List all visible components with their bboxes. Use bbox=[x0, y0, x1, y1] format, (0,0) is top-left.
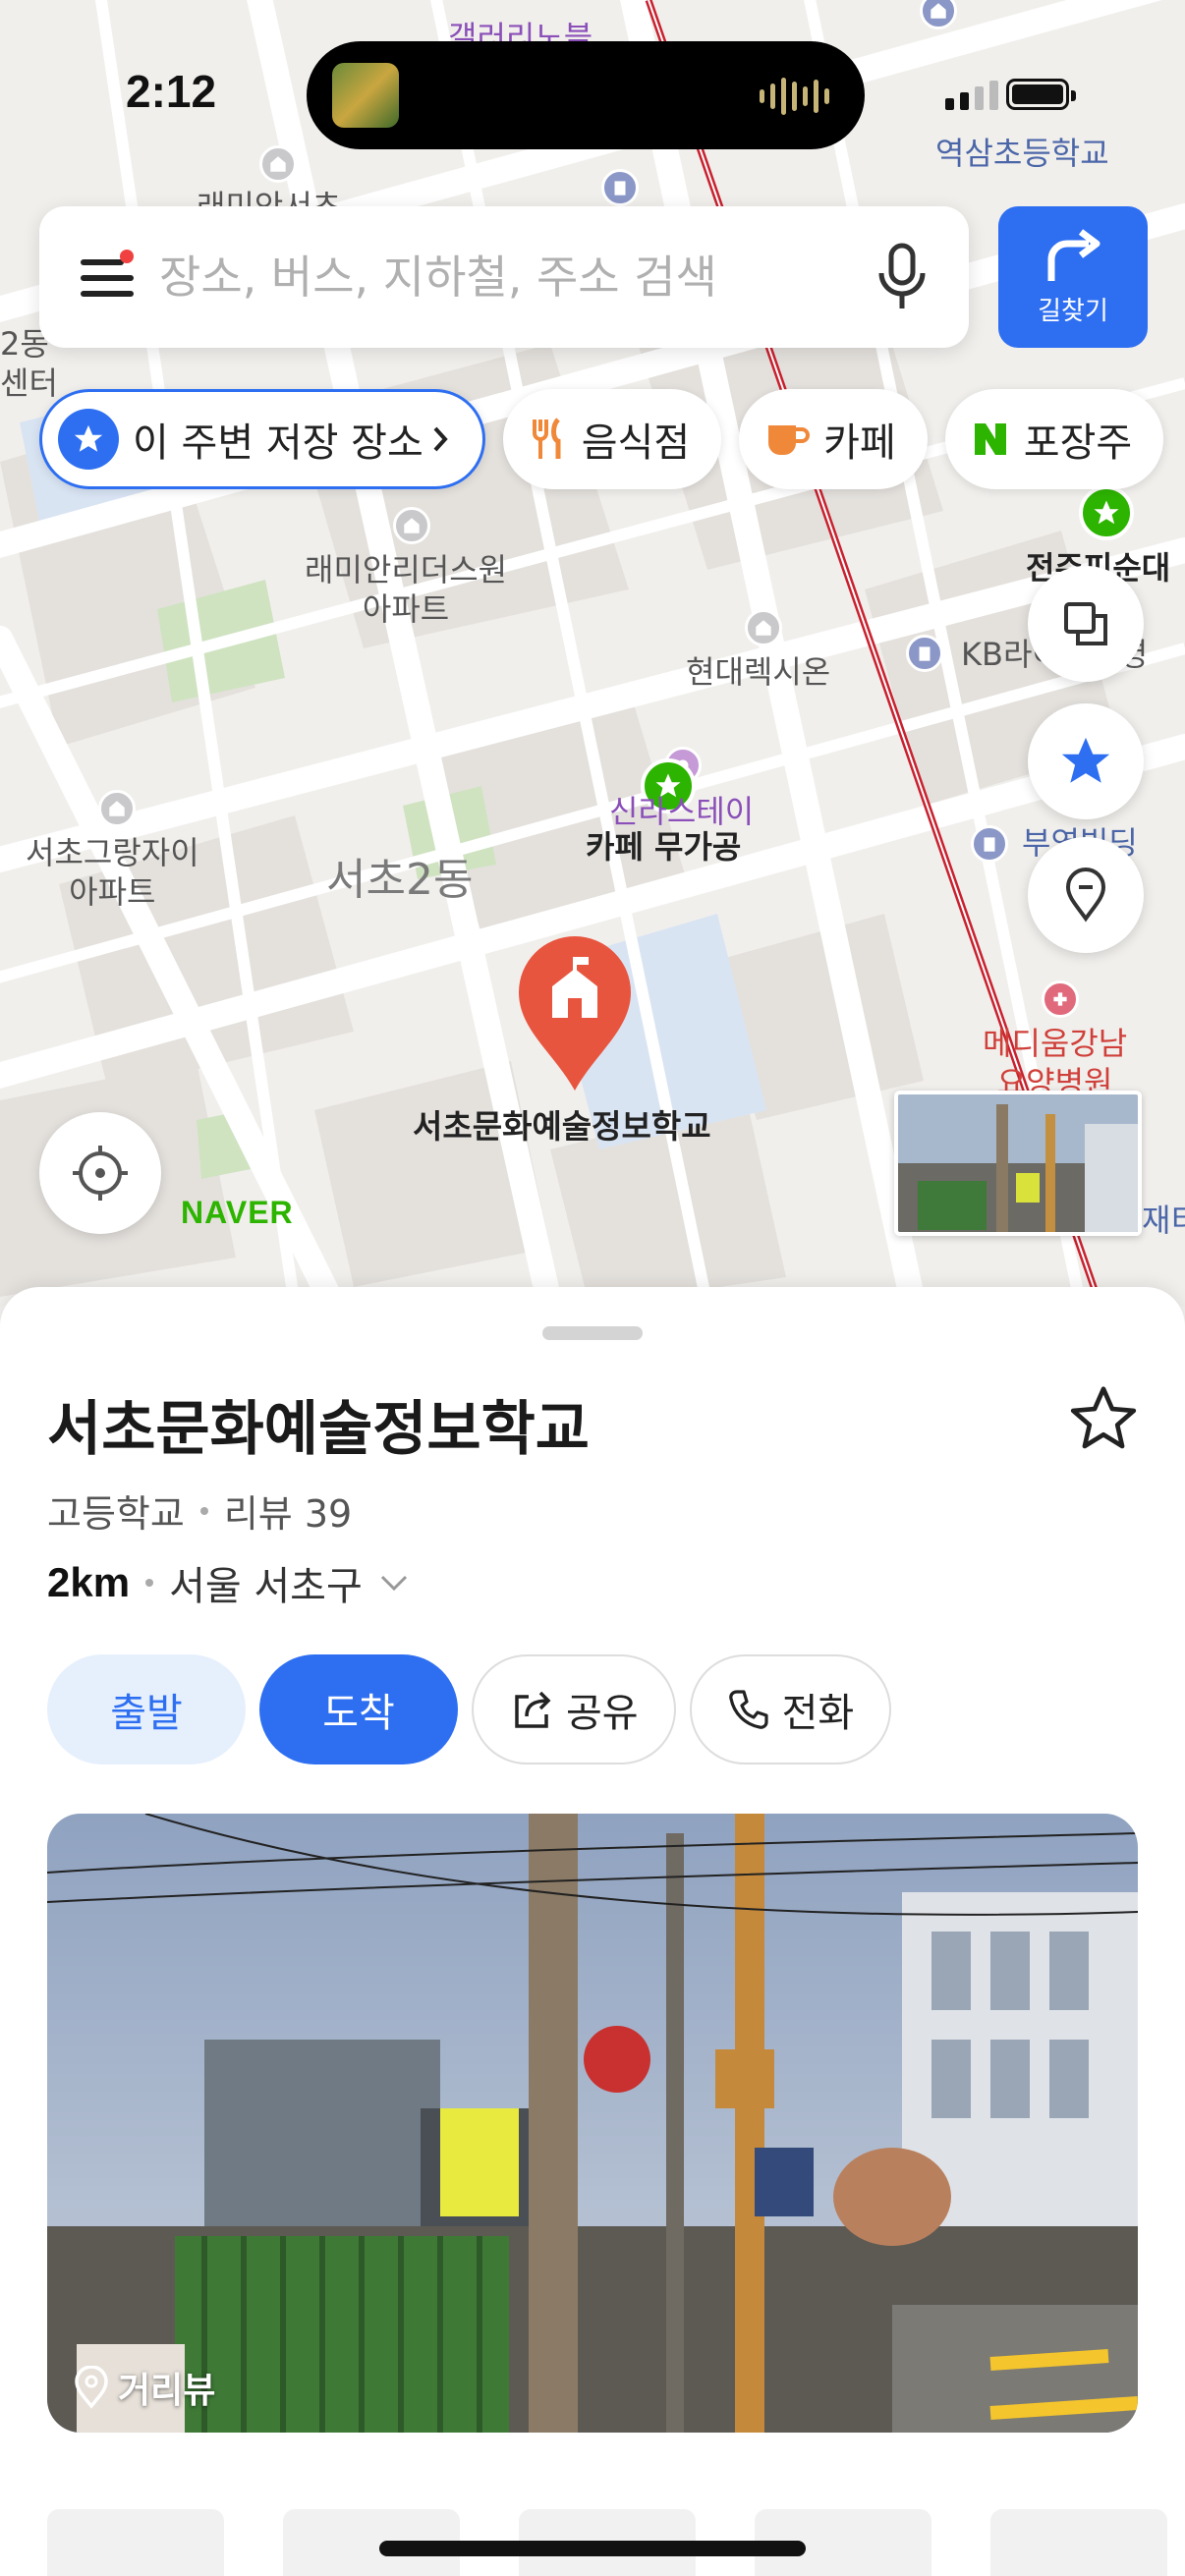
layers-icon bbox=[1064, 602, 1107, 645]
call-label: 전화 bbox=[781, 1691, 855, 1736]
dot-separator bbox=[199, 1506, 208, 1515]
street-view-photo[interactable]: 거리뷰 bbox=[47, 1814, 1138, 2433]
microphone-icon[interactable] bbox=[875, 242, 930, 312]
map-label: 래미안리더스원 아파트 bbox=[305, 551, 508, 628]
building-icon[interactable] bbox=[971, 825, 1008, 863]
apartment-icon[interactable] bbox=[259, 145, 297, 183]
place-location[interactable]: 2km 서울 서초구 bbox=[47, 1554, 412, 1611]
cafe-icon bbox=[764, 420, 811, 459]
apartment-icon[interactable] bbox=[98, 790, 136, 827]
chip-label: 이 주변 저장 장소 bbox=[133, 420, 423, 466]
star-icon bbox=[1061, 737, 1110, 783]
battery-icon bbox=[1006, 79, 1076, 110]
cellular-signal-icon bbox=[945, 81, 998, 110]
saved-places-button[interactable] bbox=[1028, 703, 1144, 819]
dynamic-island[interactable] bbox=[307, 41, 865, 149]
layers-button[interactable] bbox=[1028, 566, 1144, 682]
crosshair-icon bbox=[73, 1146, 128, 1201]
region: 서울 서초구 bbox=[169, 1564, 363, 1609]
apartment-icon[interactable] bbox=[745, 609, 782, 646]
place-title: 서초문화예술정보학교 bbox=[47, 1395, 590, 1464]
now-playing-artwork bbox=[332, 63, 399, 128]
notification-dot bbox=[120, 250, 134, 263]
place-meta: 고등학교 리뷰 39 bbox=[47, 1484, 352, 1538]
saved-place-star-icon[interactable] bbox=[1079, 485, 1134, 540]
directions-button[interactable]: 길찾기 bbox=[998, 206, 1148, 348]
category-chips: 이 주변 저장 장소 음식점 카페 포장주 bbox=[39, 389, 1164, 489]
start-button[interactable]: 출발 bbox=[47, 1654, 246, 1764]
map-label: 신라스테이 bbox=[609, 793, 755, 830]
photo-placeholder[interactable] bbox=[47, 2509, 224, 2576]
map-label: 서초그랑자이 아파트 bbox=[26, 834, 199, 911]
naver-n-icon bbox=[971, 420, 1010, 459]
chip-label: 카페 bbox=[823, 420, 896, 466]
search-input[interactable] bbox=[159, 246, 867, 308]
share-label: 공유 bbox=[566, 1691, 639, 1736]
star-icon bbox=[58, 409, 119, 470]
street-view-label[interactable]: 거리뷰 bbox=[73, 2362, 215, 2413]
status-time: 2:12 bbox=[126, 66, 217, 117]
my-location-button[interactable] bbox=[39, 1112, 161, 1234]
place-pin-button[interactable] bbox=[1028, 837, 1144, 953]
street-view-thumbnail[interactable] bbox=[894, 1091, 1142, 1236]
call-button[interactable]: 전화 bbox=[689, 1654, 892, 1764]
chevron-down-icon bbox=[380, 1575, 407, 1592]
naver-logo: NAVER bbox=[181, 1195, 294, 1230]
search-bar[interactable] bbox=[39, 206, 969, 348]
sheet-grabber[interactable] bbox=[542, 1326, 643, 1340]
location-pin-icon bbox=[1065, 868, 1106, 923]
home-indicator[interactable] bbox=[379, 2541, 806, 2556]
restaurant-icon bbox=[529, 418, 568, 461]
chip-takeout[interactable]: 포장주 bbox=[944, 389, 1164, 489]
save-favorite-button[interactable] bbox=[1067, 1381, 1140, 1454]
building-icon[interactable] bbox=[906, 635, 943, 672]
action-buttons: 출발 도착 공유 전화 bbox=[47, 1654, 892, 1764]
map-label: 재티 bbox=[1142, 1202, 1185, 1239]
phone-icon bbox=[728, 1690, 768, 1729]
selected-place-label: 서초문화예술정보학교 bbox=[413, 1107, 711, 1146]
arrive-button[interactable]: 도착 bbox=[259, 1654, 458, 1764]
map-label: 현대렉시온 bbox=[686, 653, 831, 691]
directions-label: 길찾기 bbox=[1038, 296, 1108, 326]
star-outline-icon bbox=[1070, 1386, 1137, 1449]
review-count-link[interactable]: 리뷰 39 bbox=[224, 1484, 352, 1538]
share-icon bbox=[515, 1691, 551, 1728]
chip-saved-nearby[interactable]: 이 주변 저장 장소 bbox=[39, 389, 485, 489]
hospital-icon[interactable] bbox=[1042, 980, 1079, 1018]
district-label: 서초2동 bbox=[326, 855, 474, 905]
apartment-icon[interactable] bbox=[393, 507, 430, 544]
place-category: 고등학교 bbox=[47, 1492, 185, 1536]
chip-restaurant[interactable]: 음식점 bbox=[502, 389, 722, 489]
map-view[interactable]: 갤러리노블 래미안서초 역삼초등학교 래미안리더스원 아파트 현대렉시온 KB라… bbox=[0, 0, 1185, 1307]
distance: 2km bbox=[47, 1559, 131, 1605]
turn-right-arrow-icon bbox=[1047, 228, 1100, 281]
map-label: 카페 무가공 bbox=[586, 828, 742, 866]
chip-cafe[interactable]: 카페 bbox=[739, 389, 928, 489]
audio-wave-icon bbox=[760, 77, 829, 116]
chip-label: 포장주 bbox=[1023, 420, 1133, 466]
map-label: 역삼초등학교 bbox=[935, 135, 1109, 172]
location-pin-icon bbox=[75, 2366, 108, 2409]
street-view-text: 거리뷰 bbox=[118, 2371, 216, 2411]
photo-placeholder[interactable] bbox=[990, 2509, 1167, 2576]
place-detail-sheet[interactable]: 서초문화예술정보학교 고등학교 리뷰 39 2km 서울 서초구 출발 도착 공… bbox=[0, 1287, 1185, 2576]
building-icon[interactable] bbox=[601, 169, 639, 206]
street-view-image bbox=[47, 1814, 1138, 2433]
chip-label: 음식점 bbox=[581, 420, 691, 466]
menu-icon[interactable] bbox=[81, 250, 134, 301]
selected-place-pin[interactable] bbox=[515, 935, 635, 1092]
dot-separator bbox=[145, 1579, 154, 1587]
share-button[interactable]: 공유 bbox=[472, 1654, 676, 1764]
chevron-right-icon bbox=[433, 426, 448, 452]
